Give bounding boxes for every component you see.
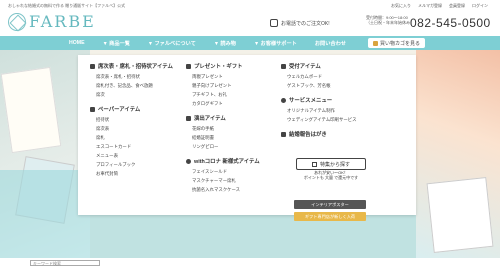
promo-note-line-2: ポイントも 大量 で還元中です — [303, 175, 359, 180]
menu-column-3: 受付アイテム ウェルカムボード ゲストブック、芳名帳 サービスメニュー オリジナ… — [281, 62, 357, 144]
nav-about[interactable]: ▼ ファルベについて — [139, 40, 205, 47]
global-nav: HOME ▼ 商品一覧 ▼ ファルベについて ▼ 読み物 ▼ お客様サポート お… — [0, 36, 500, 50]
cart-label: 買い物カゴを見る — [380, 40, 421, 47]
menu-section: サービスメニュー オリジナルアイテム制作 ウェディングアイテム印刷サービス — [281, 96, 357, 124]
menu-item[interactable]: 席札付き、記念品、食べ放題 — [96, 81, 173, 90]
interior-poster-label: インテリアポスター — [311, 201, 349, 207]
menu-section-label: 席次表・席札・招待状アイテム — [98, 64, 173, 70]
nav-articles[interactable]: ▼ 読み物 — [205, 40, 245, 47]
phone-number[interactable]: 082-545-0500 — [410, 16, 491, 30]
favorites-link[interactable]: お気に入り — [391, 3, 411, 9]
menu-section-label: 結婚報告はがき — [289, 132, 327, 138]
service-icon — [281, 97, 286, 103]
menu-item[interactable]: 花嫁の手紙 — [192, 124, 260, 133]
menu-section-title[interactable]: withコロナ 新様式アイテム — [186, 157, 260, 165]
corona-icon — [186, 158, 191, 164]
login-link[interactable]: ログイン — [472, 3, 488, 9]
site-header: FARBE お電話でのご注文OK! 受付時間：9:00～18:00 （土日祝・年… — [0, 10, 500, 36]
gift-shop-button[interactable]: ギフト専門店が新しく入荷 — [294, 212, 366, 221]
menu-item[interactable]: 両親プレゼント — [192, 72, 260, 81]
hero-card-image — [426, 177, 494, 253]
logo-text: FARBE — [29, 12, 96, 31]
keyword-search-input[interactable]: キーワード検索 — [30, 260, 100, 266]
menu-section-title[interactable]: 結婚報告はがき — [281, 130, 357, 138]
menu-section-title[interactable]: 演出アイテム — [186, 114, 260, 122]
menu-item[interactable]: 席次表 — [96, 124, 173, 133]
menu-column-2: プレゼント・ギフト 両親プレゼント 親子向けプレゼント プチギフト、お礼 カタロ… — [186, 62, 260, 200]
menu-section-label: ペーパーアイテム — [98, 107, 141, 113]
menu-section-label: 受付アイテム — [289, 64, 321, 70]
menu-item[interactable]: 結婚証明書 — [192, 133, 260, 142]
register-link[interactable]: 会員登録 — [449, 3, 465, 9]
menu-item[interactable]: ウェディングアイテム印刷サービス — [287, 115, 357, 124]
phone-order-label: お電話でのご注文OK! — [270, 19, 330, 27]
menu-section: 結婚報告はがき — [281, 130, 357, 138]
menu-item[interactable]: プロフィールブック — [96, 160, 173, 169]
phone-order-text: お電話でのご注文OK! — [281, 20, 330, 27]
menu-item[interactable]: ゲストブック、芳名帳 — [287, 81, 357, 90]
gift-icon — [186, 63, 191, 69]
cart-icon — [373, 40, 378, 46]
menu-item[interactable]: お車代封筒 — [96, 169, 173, 178]
menu-section: 受付アイテム ウェルカムボード ゲストブック、芳名帳 — [281, 62, 357, 90]
site-tagline: おしゃれな結婚式の無料で作る 贈り通販サイト【ファルベ】公式 — [8, 3, 126, 8]
menu-item[interactable]: 抗菌名入れマスクケース — [192, 185, 260, 194]
menu-item[interactable]: 席次表・席札・招待状 — [96, 72, 173, 81]
seating-icon — [90, 63, 95, 69]
menu-item[interactable]: 親子向けプレゼント — [192, 81, 260, 90]
menu-section-label: サービスメニュー — [289, 98, 333, 104]
gift-shop-label: ギフト専門店が新しく入荷 — [304, 213, 356, 219]
phone-icon — [270, 19, 278, 27]
menu-item[interactable]: メニュー表 — [96, 151, 173, 160]
postcard-icon — [281, 131, 286, 137]
top-links: お気に入り メルマガ登録 会員登録 ログイン — [391, 3, 488, 9]
menu-item[interactable]: エスコートカード — [96, 142, 173, 151]
menu-item[interactable]: 席札 — [96, 133, 173, 142]
nav-support[interactable]: ▼ お客様サポート — [245, 40, 306, 47]
interior-poster-button[interactable]: インテリアポスター — [294, 200, 366, 209]
menu-item[interactable]: 招待状 — [96, 115, 173, 124]
menu-section-title[interactable]: 席次表・席札・招待状アイテム — [90, 62, 173, 70]
cart-button[interactable]: 買い物カゴを見る — [368, 38, 426, 48]
menu-item[interactable]: リングピロー — [192, 142, 260, 151]
performance-icon — [186, 115, 191, 121]
paper-icon — [90, 106, 95, 112]
menu-section: プレゼント・ギフト 両親プレゼント 親子向けプレゼント プチギフト、お礼 カタロ… — [186, 62, 260, 108]
menu-section-label: 演出アイテム — [194, 116, 226, 122]
menu-section-title[interactable]: 受付アイテム — [281, 62, 357, 70]
menu-section-title[interactable]: ペーパーアイテム — [90, 105, 173, 113]
hours-line-2: （土日祝・年末年始休み） — [366, 20, 414, 25]
newsletter-link[interactable]: メルマガ登録 — [418, 3, 442, 9]
menu-item[interactable]: プチギフト、お礼 — [192, 90, 260, 99]
gift-icon — [311, 161, 317, 167]
menu-item[interactable]: 席次 — [96, 90, 173, 99]
menu-column-1: 席次表・席札・招待状アイテム 席次表・席札・招待状 席札付き、記念品、食べ放題 … — [90, 62, 173, 184]
menu-section-label: プレゼント・ギフト — [194, 64, 243, 70]
products-mega-menu: 席次表・席札・招待状アイテム 席次表・席札・招待状 席札付き、記念品、食べ放題 … — [78, 55, 416, 215]
nav-home[interactable]: HOME — [60, 40, 94, 46]
top-bar: おしゃれな結婚式の無料で作る 贈り通販サイト【ファルベ】公式 お気に入り メルマ… — [0, 0, 500, 10]
menu-section: ペーパーアイテム 招待状 席次表 席札 エスコートカード メニュー表 プロフィー… — [90, 105, 173, 178]
menu-item[interactable]: マスクチャーマー席札 — [192, 176, 260, 185]
menu-section: 演出アイテム 花嫁の手紙 結婚証明書 リングピロー — [186, 114, 260, 151]
menu-item[interactable]: オリジナルアイテム制作 — [287, 106, 357, 115]
logo-mark-icon — [8, 12, 26, 31]
site-logo[interactable]: FARBE — [8, 12, 96, 31]
menu-section: 席次表・席札・招待状アイテム 席次表・席札・招待状 席札付き、記念品、食べ放題 … — [90, 62, 173, 99]
search-by-feature-label: 特集から探す — [319, 161, 350, 168]
menu-section-label: withコロナ 新様式アイテム — [194, 159, 260, 165]
menu-section: withコロナ 新様式アイテム フェイスシールド マスクチャーマー席札 抗菌名入… — [186, 157, 260, 194]
nav-contact[interactable]: お問い合わせ — [306, 40, 355, 47]
business-hours: 受付時間：9:00～18:00 （土日祝・年末年始休み） — [366, 15, 414, 25]
menu-section-title[interactable]: プレゼント・ギフト — [186, 62, 260, 70]
menu-item[interactable]: フェイスシールド — [192, 167, 260, 176]
reception-icon — [281, 63, 286, 69]
menu-item[interactable]: カタログギフト — [192, 99, 260, 108]
menu-section-title[interactable]: サービスメニュー — [281, 96, 357, 104]
search-by-feature-button[interactable]: 特集から探す — [296, 158, 366, 170]
menu-item[interactable]: ウェルカムボード — [287, 72, 357, 81]
promo-note: あれが安い〜OK！ ポイントも 大量 で還元中です — [296, 170, 366, 180]
nav-products[interactable]: ▼ 商品一覧 — [94, 40, 139, 47]
